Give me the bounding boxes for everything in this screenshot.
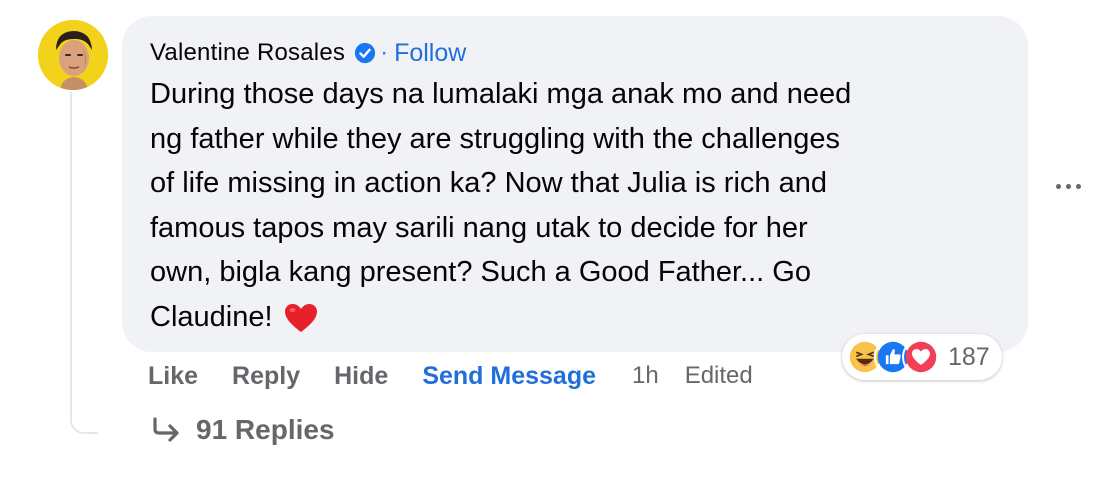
comment-thread: Valentine Rosales · Follow During those … [0,0,1120,488]
timestamp[interactable]: 1h [632,362,659,390]
love-icon [902,338,940,376]
reactions-summary[interactable]: 187 [842,334,1002,380]
more-options-icon[interactable] [1056,176,1088,196]
send-message-button[interactable]: Send Message [422,362,596,391]
comment-text: During those days na lumalaki mga anak m… [150,78,852,333]
verified-badge-icon [354,42,376,64]
reaction-count: 187 [948,342,990,371]
comment-bubble: Valentine Rosales · Follow During those … [122,16,1028,352]
replies-count-label: 91 Replies [196,414,335,445]
avatar-portrait-icon [38,20,108,90]
author-name[interactable]: Valentine Rosales [150,39,345,67]
reply-button[interactable]: Reply [232,362,300,391]
red-heart-icon [284,303,317,332]
like-button[interactable]: Like [148,362,198,391]
thread-connector-line [70,92,98,434]
comment-actions: Like Reply Hide Send Message 1h Edited [148,358,779,394]
avatar[interactable] [38,20,108,90]
reply-arrow-icon [153,417,179,442]
view-replies-link[interactable]: 91 Replies [150,410,335,450]
comment-header: Valentine Rosales · Follow [150,36,1002,70]
separator-dot: · [380,39,389,66]
follow-button[interactable]: Follow [394,39,466,68]
hide-button[interactable]: Hide [334,362,388,391]
comment-body: During those days na lumalaki mga anak m… [150,72,990,339]
edited-label[interactable]: Edited [685,362,753,390]
